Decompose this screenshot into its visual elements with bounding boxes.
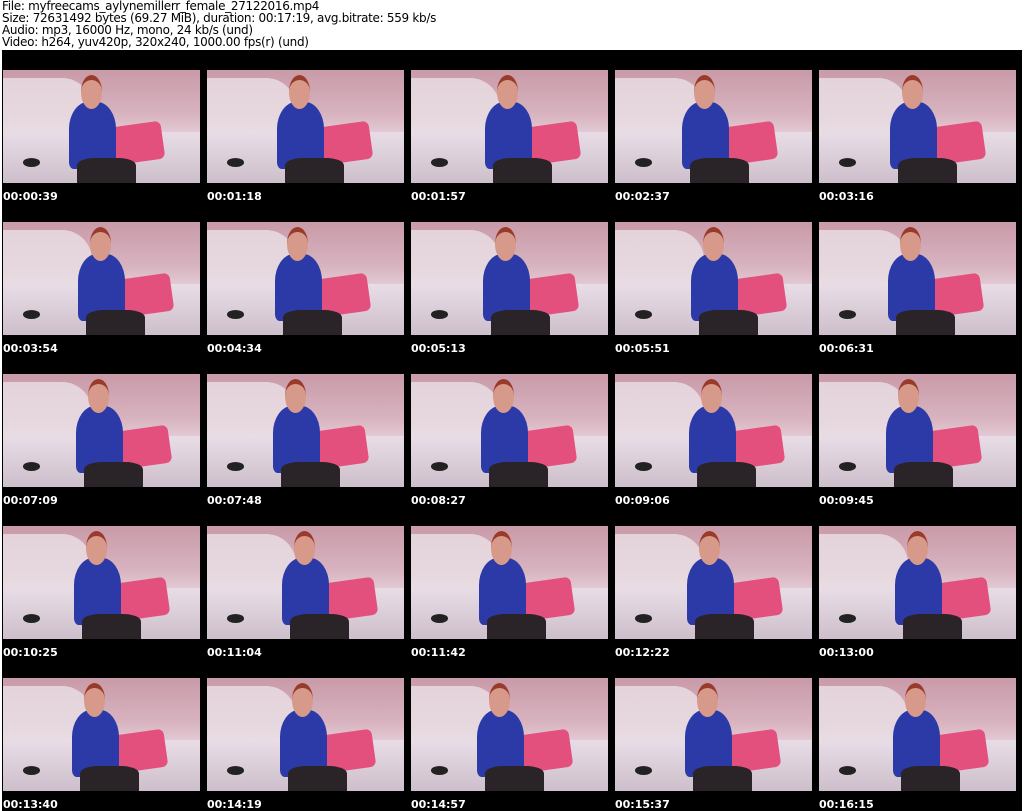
thumbnail-cell: 00:03:16 bbox=[819, 50, 1016, 202]
timestamp: 00:14:19 bbox=[207, 798, 262, 811]
video-frame-thumbnail bbox=[207, 70, 404, 183]
timestamp: 00:05:51 bbox=[615, 342, 670, 355]
thumbnail-cell: 00:15:37 bbox=[615, 658, 812, 810]
thumbnail-cell: 00:11:42 bbox=[411, 506, 608, 658]
thumbnail-cell: 00:12:22 bbox=[615, 506, 812, 658]
timestamp: 00:08:27 bbox=[411, 494, 466, 507]
thumbnail-cell: 00:02:37 bbox=[615, 50, 812, 202]
video-frame-thumbnail bbox=[615, 374, 812, 487]
timestamp: 00:15:37 bbox=[615, 798, 670, 811]
timestamp: 00:07:09 bbox=[3, 494, 58, 507]
video-frame-thumbnail bbox=[411, 222, 608, 335]
video-frame-thumbnail bbox=[819, 678, 1016, 791]
timestamp: 00:16:15 bbox=[819, 798, 874, 811]
video-frame-thumbnail bbox=[819, 70, 1016, 183]
timestamp: 00:10:25 bbox=[3, 646, 58, 659]
timestamp: 00:06:31 bbox=[819, 342, 874, 355]
thumbnail-cell: 00:13:00 bbox=[819, 506, 1016, 658]
video-frame-thumbnail bbox=[207, 678, 404, 791]
video-frame-thumbnail bbox=[615, 678, 812, 791]
thumbnail-cell: 00:03:54 bbox=[3, 202, 200, 354]
thumbnail-cell: 00:00:39 bbox=[3, 50, 200, 202]
video-frame-thumbnail bbox=[615, 526, 812, 639]
timestamp: 00:13:40 bbox=[3, 798, 58, 811]
timestamp: 00:11:04 bbox=[207, 646, 262, 659]
thumbnail-cell: 00:01:18 bbox=[207, 50, 404, 202]
timestamp: 00:04:34 bbox=[207, 342, 262, 355]
timestamp: 00:01:57 bbox=[411, 190, 466, 203]
video-frame-thumbnail bbox=[615, 70, 812, 183]
video-frame-thumbnail bbox=[3, 374, 200, 487]
video-frame-thumbnail bbox=[615, 222, 812, 335]
thumbnail-cell: 00:09:45 bbox=[819, 354, 1016, 506]
timestamp: 00:03:16 bbox=[819, 190, 874, 203]
timestamp: 00:07:48 bbox=[207, 494, 262, 507]
thumbnail-cell: 00:14:19 bbox=[207, 658, 404, 810]
video-frame-thumbnail bbox=[207, 374, 404, 487]
video-frame-thumbnail bbox=[411, 374, 608, 487]
video-frame-thumbnail bbox=[3, 678, 200, 791]
video-frame-thumbnail bbox=[207, 526, 404, 639]
timestamp: 00:05:13 bbox=[411, 342, 466, 355]
timestamp: 00:13:00 bbox=[819, 646, 874, 659]
timestamp: 00:00:39 bbox=[3, 190, 58, 203]
video-frame-thumbnail bbox=[3, 70, 200, 183]
video-frame-thumbnail bbox=[207, 222, 404, 335]
timestamp: 00:01:18 bbox=[207, 190, 262, 203]
video-frame-thumbnail bbox=[3, 222, 200, 335]
thumbnail-cell: 00:11:04 bbox=[207, 506, 404, 658]
thumbnail-cell: 00:09:06 bbox=[615, 354, 812, 506]
thumbnail-cell: 00:14:57 bbox=[411, 658, 608, 810]
thumbnail-cell: 00:10:25 bbox=[3, 506, 200, 658]
thumbnail-cell: 00:07:48 bbox=[207, 354, 404, 506]
thumbnail-cell: 00:05:13 bbox=[411, 202, 608, 354]
thumbnail-cell: 00:08:27 bbox=[411, 354, 608, 506]
thumbnail-cell: 00:16:15 bbox=[819, 658, 1016, 810]
video-frame-thumbnail bbox=[819, 222, 1016, 335]
thumbnail-grid: 00:00:39 00:01:18 00:01:57 00:02:37 00:0… bbox=[2, 50, 1022, 811]
timestamp: 00:09:45 bbox=[819, 494, 874, 507]
timestamp: 00:09:06 bbox=[615, 494, 670, 507]
timestamp: 00:02:37 bbox=[615, 190, 670, 203]
thumbnail-cell: 00:07:09 bbox=[3, 354, 200, 506]
video-frame-thumbnail bbox=[411, 678, 608, 791]
file-info-header: File: myfreecams_aylynemillerr_female_27… bbox=[2, 0, 436, 48]
thumbnail-cell: 00:01:57 bbox=[411, 50, 608, 202]
thumbnail-cell: 00:13:40 bbox=[3, 658, 200, 810]
thumbnail-cell: 00:05:51 bbox=[615, 202, 812, 354]
thumbnail-cell: 00:06:31 bbox=[819, 202, 1016, 354]
timestamp: 00:12:22 bbox=[615, 646, 670, 659]
video-frame-thumbnail bbox=[819, 374, 1016, 487]
timestamp: 00:03:54 bbox=[3, 342, 58, 355]
video-info: Video: h264, yuv420p, 320x240, 1000.00 f… bbox=[2, 35, 309, 49]
timestamp: 00:11:42 bbox=[411, 646, 466, 659]
video-frame-thumbnail bbox=[411, 526, 608, 639]
video-frame-thumbnail bbox=[411, 70, 608, 183]
video-frame-thumbnail bbox=[3, 526, 200, 639]
video-frame-thumbnail bbox=[819, 526, 1016, 639]
timestamp: 00:14:57 bbox=[411, 798, 466, 811]
thumbnail-cell: 00:04:34 bbox=[207, 202, 404, 354]
